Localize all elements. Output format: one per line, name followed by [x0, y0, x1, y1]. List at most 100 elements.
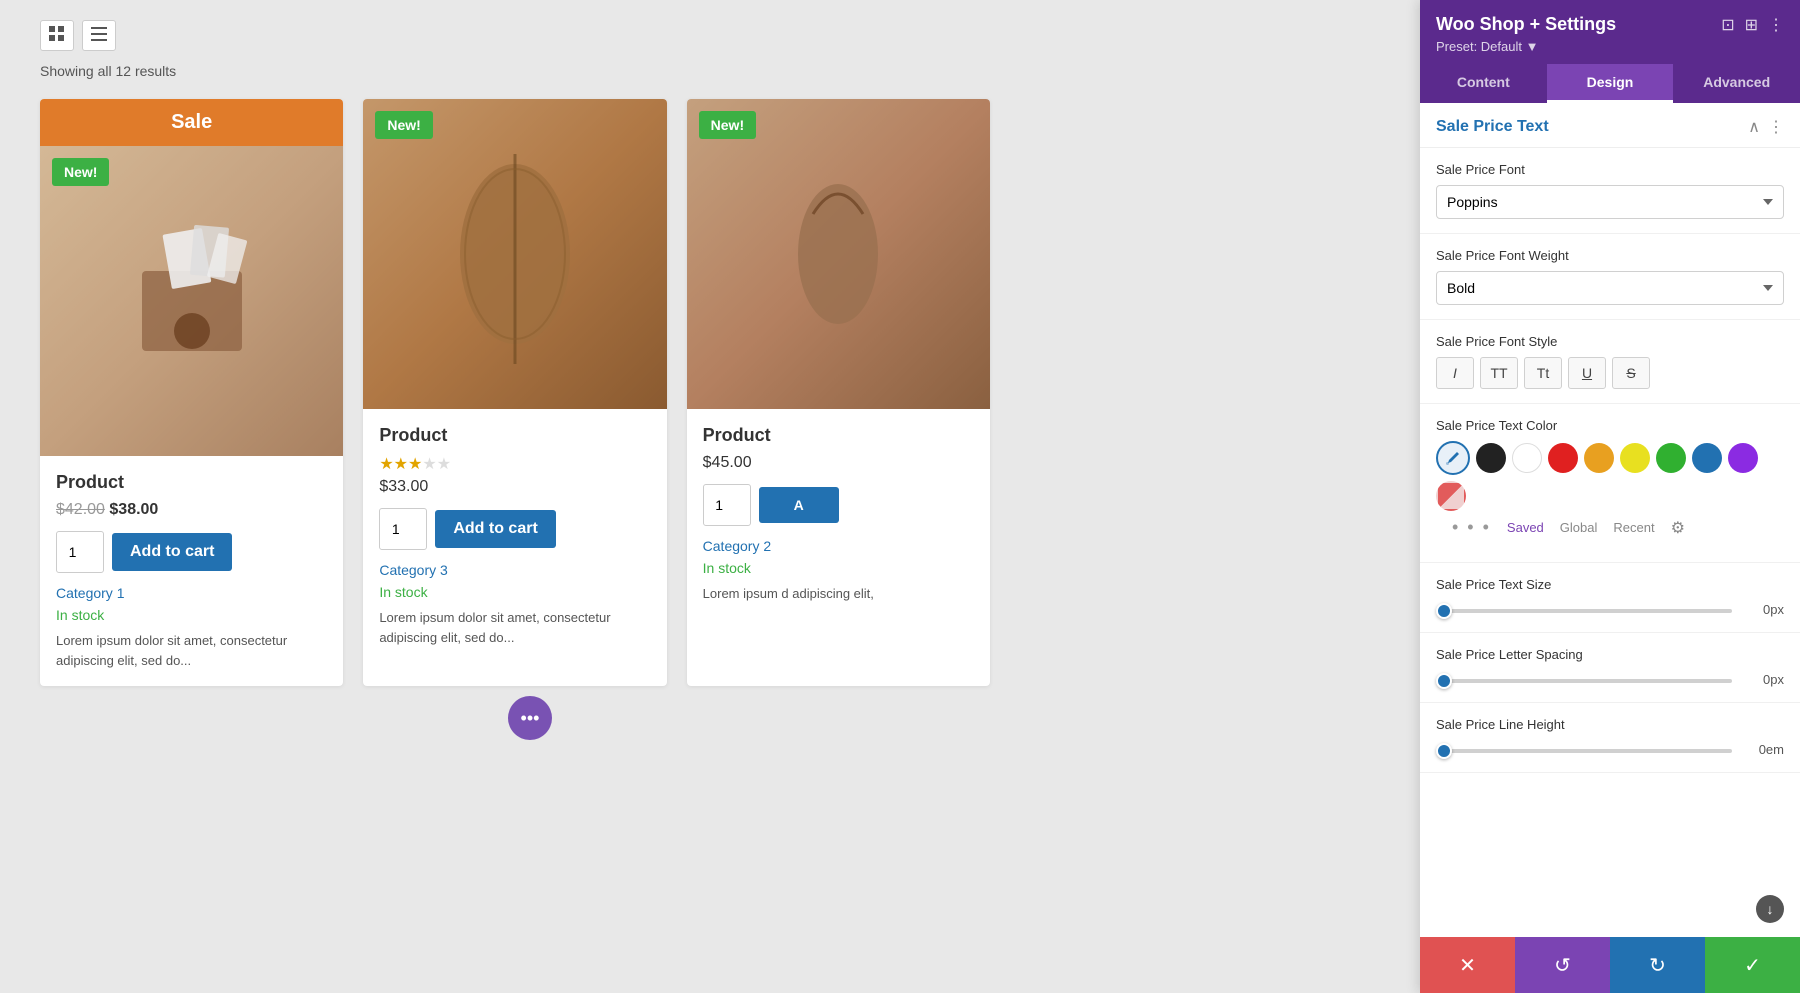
category-link[interactable]: Category 2: [703, 538, 974, 554]
panel-title-row: Woo Shop + Settings ⊡ ⊞ ⋮: [1436, 14, 1784, 35]
product-card: Sale New! Product $42.00 $38.: [40, 99, 343, 686]
line-height-label: Sale Price Line Height: [1436, 717, 1784, 732]
view-toggles: [40, 20, 1020, 51]
star-rating: ★★★★★: [379, 454, 650, 474]
saved-colors-tab[interactable]: Saved: [1507, 520, 1544, 535]
line-height-slider-wrap: [1436, 740, 1732, 758]
tab-content[interactable]: Content: [1420, 64, 1547, 103]
size-slider-row: 0px: [1436, 600, 1784, 618]
white-swatch[interactable]: [1512, 443, 1542, 473]
red-swatch[interactable]: [1548, 443, 1578, 473]
redo-button[interactable]: ↻: [1610, 937, 1705, 993]
italic-button[interactable]: I: [1436, 357, 1474, 389]
columns-icon[interactable]: ⊞: [1745, 15, 1758, 35]
category-link[interactable]: Category 1: [56, 585, 327, 601]
save-button[interactable]: ✓: [1705, 937, 1800, 993]
text-color-field-group: Sale Price Text Color • • • Saved Global: [1420, 404, 1800, 563]
add-to-cart-button[interactable]: Add to cart: [435, 510, 555, 548]
green-swatch[interactable]: [1656, 443, 1686, 473]
grid-view-button[interactable]: [40, 20, 74, 51]
product-description: Lorem ipsum dolor sit amet, consectetur …: [56, 631, 327, 670]
line-height-slider[interactable]: [1436, 749, 1732, 753]
product-description: Lorem ipsum dolor sit amet, consectetur …: [379, 608, 650, 647]
text-color-label: Sale Price Text Color: [1436, 418, 1784, 433]
three-dots-button[interactable]: •••: [508, 696, 552, 740]
color-dots[interactable]: • • •: [1452, 517, 1491, 538]
global-colors-tab[interactable]: Global: [1560, 520, 1598, 535]
color-settings-icon[interactable]: ⚙: [1671, 518, 1685, 538]
panel-header-icons: ⊡ ⊞ ⋮: [1721, 15, 1784, 35]
fullscreen-icon[interactable]: ⊡: [1721, 15, 1734, 35]
product-title: Product: [56, 472, 327, 493]
panel-title: Woo Shop + Settings: [1436, 14, 1616, 35]
add-to-cart-button[interactable]: Add to cart: [112, 533, 232, 571]
text-size-label: Sale Price Text Size: [1436, 577, 1784, 592]
uppercase-button[interactable]: TT: [1480, 357, 1518, 389]
old-price: $42.00: [56, 501, 105, 518]
price-wrap: $42.00 $38.00: [56, 501, 327, 519]
more-icon[interactable]: ⋮: [1768, 15, 1784, 35]
purple-swatch[interactable]: [1728, 443, 1758, 473]
quantity-input[interactable]: [379, 508, 427, 550]
section-more-icon[interactable]: ⋮: [1768, 117, 1784, 137]
font-label: Sale Price Font: [1436, 162, 1784, 177]
stock-status: In stock: [379, 584, 650, 600]
list-view-button[interactable]: [82, 20, 116, 51]
product-title: Product: [703, 425, 974, 446]
capitalize-button[interactable]: Tt: [1524, 357, 1562, 389]
size-slider[interactable]: [1436, 609, 1732, 613]
text-size-field-group: Sale Price Text Size 0px: [1420, 563, 1800, 633]
line-height-row: 0em: [1436, 740, 1784, 758]
add-to-cart-button[interactable]: A: [759, 487, 839, 523]
font-style-buttons: I TT Tt U S: [1436, 357, 1784, 389]
product-image: New!: [40, 146, 343, 456]
divi-panel: Woo Shop + Settings ⊡ ⊞ ⋮ Preset: Defaul…: [1420, 0, 1800, 993]
tab-advanced[interactable]: Advanced: [1673, 64, 1800, 103]
tab-design[interactable]: Design: [1547, 64, 1674, 103]
stock-status: In stock: [703, 560, 974, 576]
font-weight-select[interactable]: Bold: [1436, 271, 1784, 305]
preset-arrow[interactable]: ▼: [1526, 39, 1539, 54]
price-wrap: $33.00: [379, 478, 650, 496]
quantity-input[interactable]: [703, 484, 751, 526]
product-card: New! Product $45.00 A Category 2 In stoc…: [687, 99, 990, 686]
quantity-input[interactable]: [56, 531, 104, 573]
font-select[interactable]: Poppins: [1436, 185, 1784, 219]
orange-swatch[interactable]: [1584, 443, 1614, 473]
black-swatch[interactable]: [1476, 443, 1506, 473]
font-weight-label: Sale Price Font Weight: [1436, 248, 1784, 263]
color-meta-row: • • • Saved Global Recent ⚙: [1436, 511, 1784, 548]
category-link[interactable]: Category 3: [379, 562, 650, 578]
font-style-field-group: Sale Price Font Style I TT Tt U S: [1420, 320, 1800, 404]
stock-status: In stock: [56, 607, 327, 623]
recent-colors-tab[interactable]: Recent: [1613, 520, 1654, 535]
yellow-swatch[interactable]: [1620, 443, 1650, 473]
letter-spacing-label: Sale Price Letter Spacing: [1436, 647, 1784, 662]
blue-swatch[interactable]: [1692, 443, 1722, 473]
letter-spacing-value: 0px: [1742, 672, 1784, 687]
add-to-cart-row: A: [703, 484, 974, 526]
scroll-down-indicator: ↓: [1756, 895, 1784, 923]
eyedropper-swatch[interactable]: [1436, 441, 1470, 475]
letter-spacing-slider[interactable]: [1436, 679, 1732, 683]
pink-red-swatch[interactable]: [1436, 481, 1466, 511]
panel-preset: Preset: Default ▼: [1436, 39, 1784, 54]
font-field-group: Sale Price Font Poppins: [1420, 148, 1800, 234]
results-count: Showing all 12 results: [40, 63, 1020, 79]
collapse-icon[interactable]: ∧: [1748, 117, 1760, 137]
line-height-value: 0em: [1742, 742, 1784, 757]
product-image: New!: [363, 99, 666, 409]
undo-button[interactable]: ↺: [1515, 937, 1610, 993]
underline-button[interactable]: U: [1568, 357, 1606, 389]
color-swatches-row: [1436, 441, 1784, 511]
product-info: Product $45.00 A Category 2 In stock Lor…: [687, 409, 990, 620]
three-dots-row: •••: [40, 696, 1020, 740]
new-badge: New!: [699, 111, 756, 139]
panel-header: Woo Shop + Settings ⊡ ⊞ ⋮ Preset: Defaul…: [1420, 0, 1800, 64]
size-slider-wrap: [1436, 600, 1732, 618]
add-to-cart-row: Add to cart: [379, 508, 650, 550]
preset-dropdown[interactable]: Preset: Default: [1436, 39, 1522, 54]
strikethrough-button[interactable]: S: [1612, 357, 1650, 389]
cancel-button[interactable]: ✕: [1420, 937, 1515, 993]
shop-area: Showing all 12 results Sale New! Prod: [0, 0, 1060, 760]
